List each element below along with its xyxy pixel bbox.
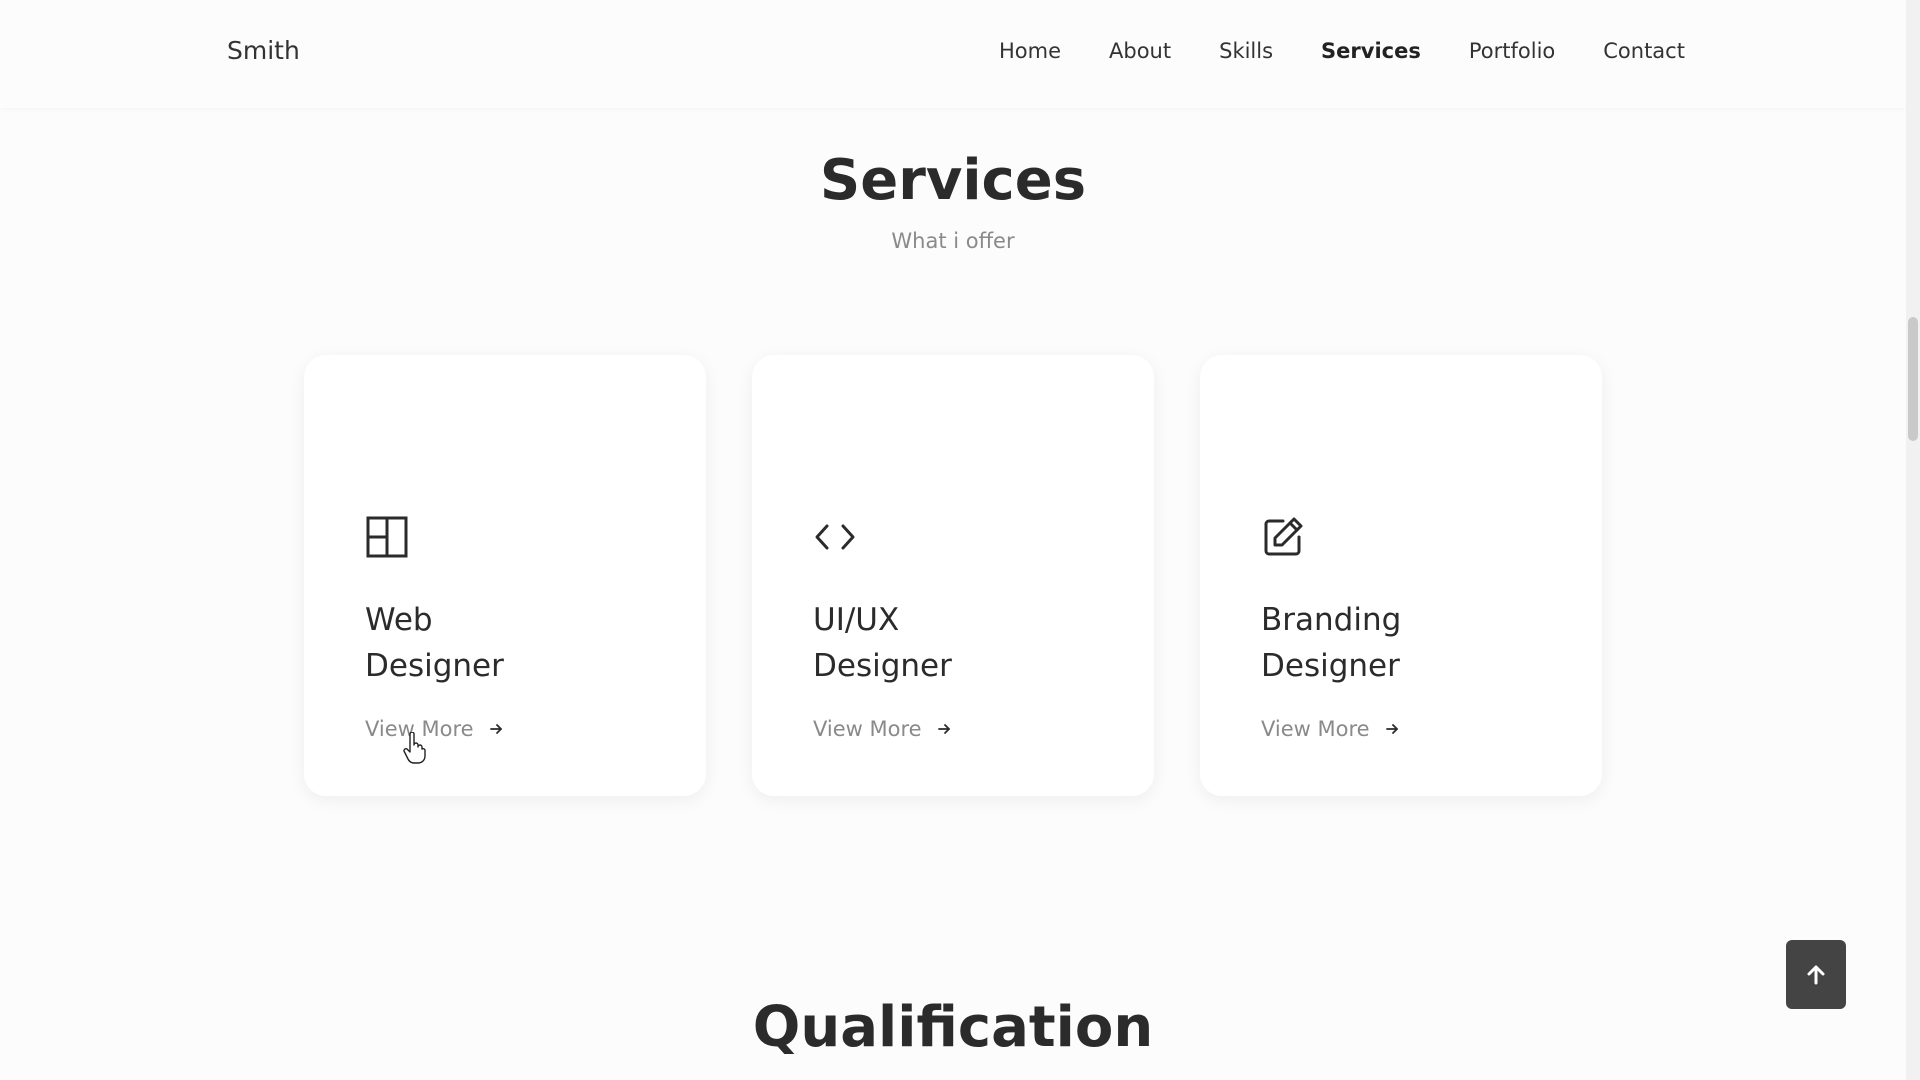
code-icon — [813, 515, 857, 559]
edit-icon — [1261, 515, 1305, 559]
scroll-to-top-button[interactable] — [1786, 940, 1846, 1009]
nav-about[interactable]: About — [1109, 39, 1171, 63]
service-card-title: Branding Designer — [1261, 602, 1402, 684]
arrow-up-icon — [1804, 963, 1828, 987]
page: Smith Home About Skills Services Portfol… — [0, 0, 1920, 1080]
arrow-right-icon — [488, 721, 504, 737]
qualification-title: Qualification — [752, 995, 1154, 1060]
nav-skills[interactable]: Skills — [1219, 39, 1273, 63]
arrow-right-icon — [1384, 721, 1400, 737]
hand-cursor-icon — [402, 732, 426, 764]
site-logo[interactable]: Smith — [227, 36, 300, 65]
service-card-uiux-designer: UI/UX Designer View More — [752, 355, 1154, 796]
site-header: Smith Home About Skills Services Portfol… — [0, 0, 1906, 108]
view-more-link[interactable]: View More — [813, 717, 952, 741]
service-card-web-designer: Web Designer View More — [304, 355, 706, 796]
nav-services[interactable]: Services — [1321, 39, 1421, 63]
layout-icon — [365, 515, 409, 559]
scrollbar-thumb[interactable] — [1908, 317, 1918, 441]
services-title: Services — [819, 148, 1087, 213]
view-more-link[interactable]: View More — [1261, 717, 1400, 741]
arrow-right-icon — [936, 721, 952, 737]
service-card-title: UI/UX Designer — [813, 602, 952, 684]
service-card-branding-designer: Branding Designer View More — [1200, 355, 1602, 796]
nav-contact[interactable]: Contact — [1603, 39, 1685, 63]
view-more-link[interactable]: View More — [365, 717, 504, 741]
nav-portfolio[interactable]: Portfolio — [1469, 39, 1555, 63]
page-scrollbar[interactable] — [1906, 0, 1920, 1080]
nav-home[interactable]: Home — [999, 39, 1061, 63]
main-nav: Home About Skills Services Portfolio Con… — [999, 39, 1685, 63]
services-subtitle: What i offer — [891, 229, 1015, 253]
service-card-title: Web Designer — [365, 602, 504, 684]
